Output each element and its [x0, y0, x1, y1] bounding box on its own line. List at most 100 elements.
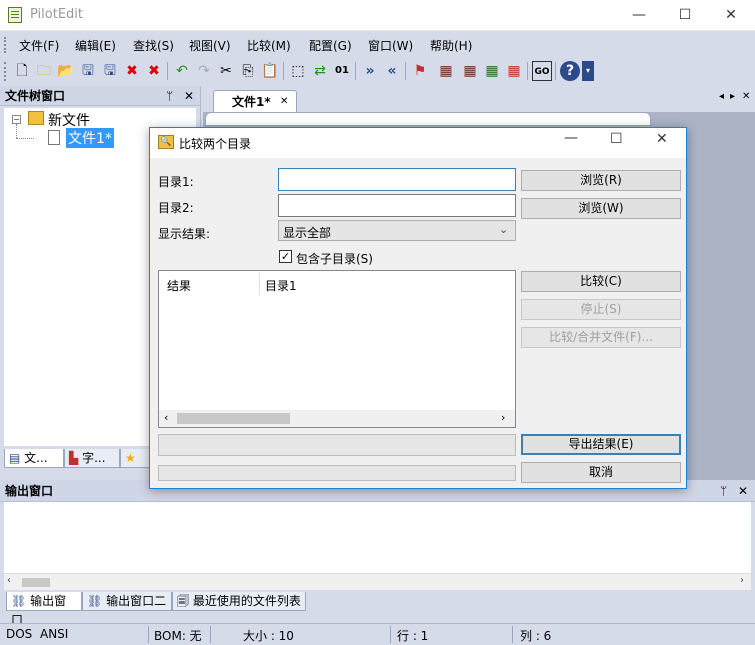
toolbar-overflow-icon[interactable]: ▾ — [582, 61, 594, 81]
output-content[interactable] — [4, 502, 751, 573]
export-result-button[interactable]: 导出结果(E) — [521, 434, 681, 455]
result-list[interactable]: 结果 目录1 ‹ › — [158, 270, 516, 428]
status-separator — [512, 626, 513, 643]
tree-file-selected[interactable]: 文件1* — [66, 128, 114, 148]
compare-icon[interactable]: ⚑ — [410, 61, 430, 81]
menu-edit[interactable]: 编辑(E) — [75, 37, 116, 54]
tree-tab-icon: ▤ — [9, 451, 21, 465]
stop-button[interactable]: 停止(S) — [521, 299, 681, 320]
copy-icon[interactable]: ⎘ — [238, 61, 258, 81]
tab-output-1[interactable]: ⛓ 输出窗口 — [6, 592, 82, 627]
list-scroll-right-icon[interactable]: › — [501, 411, 505, 424]
column-dir1[interactable]: 目录1 — [265, 277, 297, 294]
status-bar: DOS ANSI BOM: 无 大小 : 10 行 : 1 列 : 6 — [0, 623, 755, 645]
recent-tab-icon: 🗐 — [177, 594, 189, 608]
menu-compare[interactable]: 比较(M) — [247, 37, 291, 54]
compare-button[interactable]: 比较(C) — [521, 271, 681, 292]
close-all-icon[interactable]: ✖ — [144, 61, 164, 81]
goto-icon[interactable]: GO — [532, 61, 552, 81]
editor-pane[interactable] — [205, 112, 651, 126]
tab-nav-close-icon[interactable]: ✕ — [742, 91, 750, 102]
cut-icon[interactable]: ✂ — [216, 61, 236, 81]
tree-root[interactable]: 新文件 — [48, 110, 90, 130]
outdent-icon[interactable]: « — [382, 61, 402, 81]
paste-icon[interactable]: 📋 — [260, 61, 280, 81]
document-tab-close-icon[interactable]: ✕ — [280, 91, 288, 113]
output-close-icon[interactable]: ✕ — [738, 480, 748, 502]
replace-icon[interactable]: ⇄ — [310, 61, 330, 81]
toolbar-grip — [4, 62, 7, 81]
status-separator — [148, 626, 149, 643]
cancel-button[interactable]: 取消 — [521, 462, 681, 483]
status-encoding: ANSI — [40, 627, 69, 641]
toolbar-separator — [167, 62, 168, 80]
menu-find[interactable]: 查找(S) — [133, 37, 174, 54]
dialog-maximize-button[interactable]: ☐ — [610, 131, 623, 147]
dir1-label: 目录1: — [158, 175, 194, 189]
tab-font[interactable]: ▙ 字... — [64, 449, 120, 468]
browse-dir1-button[interactable]: 浏览(R) — [521, 170, 681, 191]
toolbar-separator — [555, 62, 556, 80]
tab-nav-right-icon[interactable]: ▸ — [730, 91, 735, 102]
output-panel: 输出窗口 ᛘ ✕ ‹ › ⛓ 输出窗口 ⛓ 输出窗口二 🗐 最近使用的文件列表 — [0, 480, 755, 627]
dir1-input[interactable] — [278, 168, 516, 191]
tab-recent-files[interactable]: 🗐 最近使用的文件列表 — [172, 592, 306, 611]
list-scrollbar[interactable]: ‹ › — [159, 410, 515, 427]
column-result[interactable]: 结果 — [167, 277, 191, 294]
menu-window[interactable]: 窗口(W) — [368, 37, 413, 54]
close-button[interactable]: ✕ — [708, 0, 754, 31]
tab-nav-left-icon[interactable]: ◂ — [719, 91, 724, 102]
output-tabs: ⛓ 输出窗口 ⛓ 输出窗口二 🗐 最近使用的文件列表 — [4, 592, 306, 627]
output-scrollbar[interactable]: ‹ › — [4, 573, 751, 590]
open-folder-icon[interactable]: 📂 — [56, 61, 76, 81]
close-file-icon[interactable]: ✖ — [122, 61, 142, 81]
minimize-button[interactable]: — — [616, 0, 662, 31]
menu-help[interactable]: 帮助(H) — [430, 37, 472, 54]
chart-tab-icon: ▙ — [69, 451, 79, 465]
redo-icon[interactable]: ↷ — [194, 61, 214, 81]
dialog-minimize-button[interactable]: — — [564, 130, 578, 146]
menu-file[interactable]: 文件(F) — [19, 37, 59, 54]
compare-dialog: 🔍 比较两个目录 — ☐ ✕ 目录1: 目录2: 显示结果: 显示全部 ⌄ ✓ … — [149, 127, 687, 489]
show-result-label: 显示结果: — [158, 227, 211, 241]
scroll-thumb[interactable] — [22, 578, 50, 587]
open-file-icon[interactable]: 🗀 — [34, 61, 54, 81]
tab-output-2[interactable]: ⛓ 输出窗口二 — [82, 592, 172, 611]
column2-icon[interactable]: ▦ — [460, 61, 480, 81]
show-result-select[interactable]: 显示全部 ⌄ — [278, 220, 516, 241]
help-icon[interactable]: ? — [560, 61, 580, 81]
output-pin-icon[interactable]: ᛘ — [720, 480, 727, 502]
maximize-button[interactable]: ☐ — [662, 0, 708, 31]
list-scroll-thumb[interactable] — [177, 413, 290, 424]
tab-file-tree-label: 文... — [24, 451, 48, 465]
column3-icon[interactable]: ▦ — [482, 61, 502, 81]
panel-close-icon[interactable]: ✕ — [184, 86, 194, 106]
select-icon[interactable]: ⬚ — [288, 61, 308, 81]
tab-file-tree[interactable]: ▤ 文... — [4, 449, 64, 468]
undo-icon[interactable]: ↶ — [172, 61, 192, 81]
pin-icon[interactable]: ᛘ — [166, 86, 173, 106]
menu-config[interactable]: 配置(G) — [309, 37, 352, 54]
collapse-icon[interactable]: − — [12, 115, 21, 124]
menu-view[interactable]: 视图(V) — [189, 37, 231, 54]
save-icon[interactable]: 🖫 — [78, 61, 98, 81]
tab-favorites[interactable]: ★ — [120, 449, 150, 468]
dir2-input[interactable] — [278, 194, 516, 217]
list-scroll-left-icon[interactable]: ‹ — [164, 411, 168, 424]
output-title: 输出窗口 — [5, 484, 54, 498]
scroll-right-icon[interactable]: › — [740, 575, 744, 586]
hex-icon[interactable]: 01 — [332, 61, 352, 81]
dialog-close-button[interactable]: ✕ — [656, 131, 668, 147]
save-all-icon[interactable]: 🖫 — [100, 61, 120, 81]
file-tree-header: 文件树窗口 ᛘ ✕ — [0, 86, 200, 106]
document-tab[interactable]: 文件1* ✕ — [213, 90, 297, 112]
new-file-icon[interactable]: 🗋 — [12, 61, 32, 81]
browse-dir2-button[interactable]: 浏览(W) — [521, 198, 681, 219]
scroll-left-icon[interactable]: ‹ — [7, 575, 11, 586]
indent-icon[interactable]: » — [360, 61, 380, 81]
column4-icon[interactable]: ▦ — [504, 61, 524, 81]
include-subdir-checkbox[interactable]: ✓ — [279, 250, 292, 263]
include-subdir-label[interactable]: 包含子目录(S) — [296, 250, 373, 267]
compare-merge-button[interactable]: 比较/合并文件(F)... — [521, 327, 681, 348]
column-icon[interactable]: ▦ — [436, 61, 456, 81]
